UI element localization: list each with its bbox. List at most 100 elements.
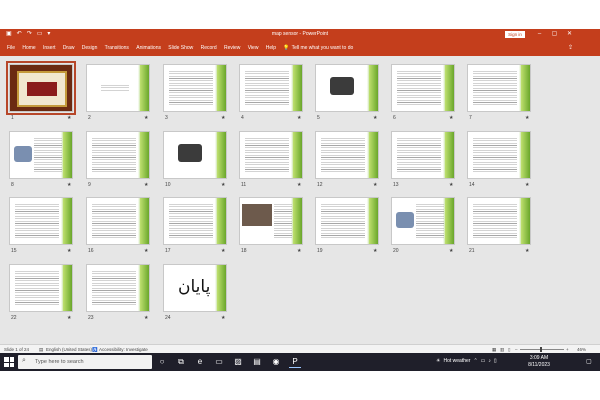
slide-diagram (14, 146, 32, 162)
slide-thumbnail[interactable] (163, 197, 227, 245)
volume-icon[interactable]: ♪ (488, 358, 491, 364)
slide-text-block (15, 271, 59, 307)
slide-green-accent (521, 198, 530, 244)
slide-thumbnail[interactable] (6, 61, 76, 115)
cover-artwork (10, 65, 72, 111)
system-clock[interactable]: 3:09 AM 8/11/2023 (524, 355, 554, 369)
transition-star-icon: ★ (67, 315, 72, 321)
tab-design[interactable]: Design (82, 45, 98, 51)
slide-diagram (396, 212, 414, 228)
slide-number: 8 (11, 182, 14, 188)
slide-number: 10 (165, 182, 171, 188)
slide-thumbnail[interactable] (467, 197, 531, 245)
slide-number: 2 (88, 115, 91, 121)
tray-chevron-icon[interactable]: ⌃ (473, 358, 477, 364)
slide-thumbnail[interactable] (9, 131, 73, 179)
slide-thumbnail[interactable] (163, 131, 227, 179)
slide-number: 17 (165, 248, 171, 254)
network-icon[interactable]: ▭ (481, 358, 486, 364)
slide-thumbnail[interactable] (315, 131, 379, 179)
restore-icon[interactable]: ▢ (547, 29, 562, 40)
slide-number: 20 (393, 248, 399, 254)
slide-thumbnail[interactable] (9, 197, 73, 245)
store-icon[interactable]: ▤ (251, 356, 263, 368)
slide-thumbnail[interactable]: پایان (163, 264, 227, 312)
slide-green-accent (445, 65, 454, 111)
slide-number: 23 (88, 315, 94, 321)
tab-draw[interactable]: Draw (63, 45, 75, 51)
file-explorer-icon[interactable]: ▭ (213, 356, 225, 368)
slide-number: 19 (317, 248, 323, 254)
slide-thumbnail[interactable] (315, 64, 379, 112)
tab-home[interactable]: Home (22, 45, 35, 51)
zoom-out-icon[interactable]: – (515, 347, 518, 352)
slide-thumbnail[interactable] (86, 264, 150, 312)
close-icon[interactable]: ✕ (562, 29, 577, 40)
slide-number: 5 (317, 115, 320, 121)
slide-thumbnail[interactable] (9, 264, 73, 312)
transition-star-icon: ★ (373, 248, 378, 254)
slide-green-accent (445, 132, 454, 178)
slide-thumbnail[interactable] (391, 197, 455, 245)
transition-star-icon: ★ (449, 248, 454, 254)
slide-thumbnail[interactable] (467, 64, 531, 112)
transition-star-icon: ★ (144, 315, 149, 321)
windows-start-icon[interactable] (4, 357, 14, 367)
transition-star-icon: ★ (144, 248, 149, 254)
chrome-icon[interactable]: ◉ (270, 356, 282, 368)
weather-label[interactable]: Hot weather (443, 358, 470, 364)
tab-record[interactable]: Record (201, 45, 217, 51)
slide-text-block (92, 138, 136, 174)
slide-thumbnail[interactable] (86, 197, 150, 245)
transition-star-icon: ★ (221, 315, 226, 321)
share-icon[interactable]: ⇪ (568, 44, 573, 51)
edge-icon[interactable]: e (194, 356, 206, 368)
battery-icon[interactable]: ▯ (494, 358, 497, 364)
zoom-slider-thumb[interactable] (540, 347, 542, 352)
tell-me-search[interactable]: 💡 Tell me what you want to do (283, 45, 353, 51)
slide-thumbnail[interactable] (239, 131, 303, 179)
slide-green-accent (369, 65, 378, 111)
tab-help[interactable]: Help (266, 45, 276, 51)
tab-file[interactable]: File (7, 45, 15, 51)
slide-thumbnail[interactable] (391, 64, 455, 112)
tab-view[interactable]: View (248, 45, 259, 51)
tab-slide-show[interactable]: Slide Show (168, 45, 193, 51)
accessibility-status[interactable]: Accessibility: Investigate (99, 347, 148, 352)
slide-number: 12 (317, 182, 323, 188)
zoom-slider[interactable] (520, 349, 564, 350)
zoom-level[interactable]: 46% (577, 347, 586, 352)
taskbar-search-box[interactable]: ⌕ Type here to search (18, 355, 152, 369)
task-view-icon[interactable]: ⧉ (175, 356, 187, 368)
slide-thumbnail[interactable] (86, 131, 150, 179)
weather-icon[interactable]: ☀ (436, 358, 440, 364)
slide-green-accent (369, 198, 378, 244)
slide-thumbnail[interactable] (239, 64, 303, 112)
sign-in-button[interactable]: Sign in (505, 30, 525, 38)
slide-thumbnail[interactable] (239, 197, 303, 245)
slide-text-block (15, 204, 59, 240)
minimize-icon[interactable]: – (532, 29, 547, 40)
slide-thumbnail[interactable] (315, 197, 379, 245)
zoom-in-icon[interactable]: + (566, 347, 569, 352)
slide-thumbnail[interactable] (163, 64, 227, 112)
slide-text-block (321, 204, 365, 240)
tab-transitions[interactable]: Transitions (105, 45, 129, 51)
slide-thumbnail[interactable] (467, 131, 531, 179)
slide-green-accent (140, 65, 149, 111)
notification-icon[interactable]: ▢ (586, 358, 592, 365)
slide-thumbnail[interactable] (391, 131, 455, 179)
slide-thumbnail[interactable] (86, 64, 150, 112)
tab-animations[interactable]: Animations (136, 45, 161, 51)
powerpoint-icon[interactable]: P (289, 356, 301, 368)
tab-review[interactable]: Review (224, 45, 240, 51)
language-status[interactable]: English (United States) (46, 347, 92, 352)
lightbulb-icon: 💡 (283, 45, 290, 51)
transition-star-icon: ★ (297, 115, 302, 121)
cortana-icon[interactable]: ○ (156, 356, 168, 368)
slide-green-accent (217, 265, 226, 311)
tab-insert[interactable]: Insert (43, 45, 56, 51)
slide-number: 16 (88, 248, 94, 254)
photos-icon[interactable]: ▨ (232, 356, 244, 368)
slide-text-block (169, 71, 213, 107)
